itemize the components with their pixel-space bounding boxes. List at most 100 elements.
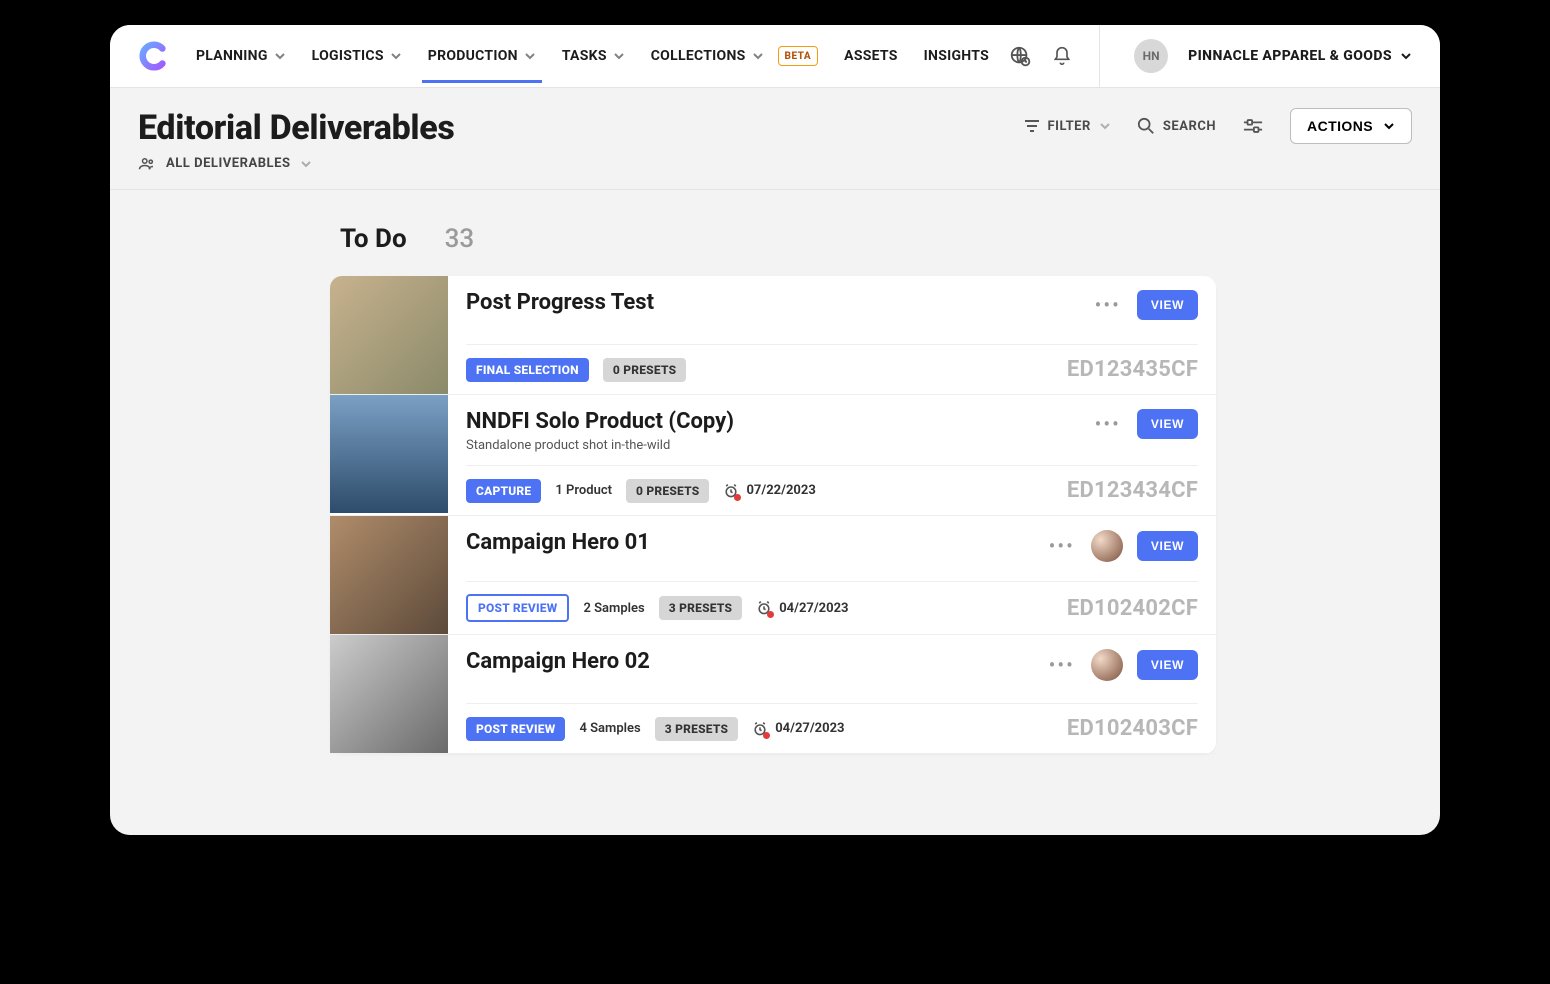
user-avatar[interactable]: HN [1134, 39, 1168, 73]
card-title: Campaign Hero 02 [466, 649, 650, 674]
chevron-down-icon [390, 50, 402, 62]
alarm-icon [752, 721, 768, 737]
chevron-down-icon [613, 50, 625, 62]
org-switcher[interactable]: PINNACLE APPAREL & GOODS [1188, 48, 1412, 64]
card-body: Campaign Hero 01 ••• VIEW POST REVIEW 2 Samp… [466, 516, 1198, 634]
page-header: Editorial Deliverables ALL DELIVERABLES … [110, 88, 1440, 190]
card-subtitle: Standalone product shot in-the-wild [466, 438, 734, 453]
presets-chip: 0 PRESETS [603, 358, 687, 382]
nav-tasks[interactable]: TASKS [562, 48, 625, 64]
presets-chip: 3 PRESETS [659, 596, 743, 620]
actions-label: ACTIONS [1307, 118, 1373, 134]
deliverable-id: ED102402CF [1067, 596, 1198, 621]
page-title: Editorial Deliverables [138, 108, 454, 148]
topbar-right: HN PINNACLE APPAREL & GOODS [1009, 25, 1412, 87]
status-chip: FINAL SELECTION [466, 358, 589, 382]
nav-label: PRODUCTION [428, 48, 518, 64]
app-window: PLANNING LOGISTICS PRODUCTION TASKS COLLECTI… [110, 25, 1440, 835]
nav-insights[interactable]: INSIGHTS [924, 48, 989, 64]
nav-collections[interactable]: COLLECTIONS [651, 48, 764, 64]
scope-selector[interactable]: ALL DELIVERABLES [138, 156, 454, 171]
top-navbar: PLANNING LOGISTICS PRODUCTION TASKS COLLECTI… [110, 25, 1440, 88]
app-logo[interactable] [138, 41, 168, 71]
due-date: 04/27/2023 [752, 721, 844, 737]
card-thumbnail[interactable] [330, 635, 448, 753]
search-label: SEARCH [1163, 119, 1216, 134]
chevron-down-icon [1400, 50, 1412, 62]
people-icon [138, 157, 156, 171]
filter-icon [1024, 119, 1040, 133]
nav-label: LOGISTICS [312, 48, 384, 64]
nav-label: INSIGHTS [924, 48, 989, 64]
scope-label: ALL DELIVERABLES [166, 156, 290, 171]
chevron-down-icon [524, 50, 536, 62]
org-name: PINNACLE APPAREL & GOODS [1188, 48, 1392, 64]
search-button[interactable]: SEARCH [1137, 117, 1216, 135]
column-title: To Do [340, 224, 407, 254]
more-icon[interactable]: ••• [1093, 291, 1123, 319]
view-button[interactable]: VIEW [1137, 290, 1198, 320]
assignee-avatar[interactable] [1091, 530, 1123, 562]
card-body: Campaign Hero 02 ••• VIEW POST REVIEW 4 Samp… [466, 635, 1198, 753]
caret-down-icon [300, 158, 312, 170]
deliverable-id: ED102403CF [1067, 716, 1198, 741]
view-button[interactable]: VIEW [1137, 531, 1198, 561]
nav-production[interactable]: PRODUCTION [428, 48, 536, 64]
nav-logistics[interactable]: LOGISTICS [312, 48, 402, 64]
nav-label: COLLECTIONS [651, 48, 746, 64]
settings-sliders-icon[interactable] [1242, 115, 1264, 137]
filter-button[interactable]: FILTER [1024, 119, 1111, 134]
deliverable-card: Campaign Hero 01 ••• VIEW POST REVIEW 2 Samp… [330, 516, 1216, 635]
samples-count: 1 Product [555, 483, 612, 498]
card-thumbnail[interactable] [330, 276, 448, 394]
chevron-down-icon [274, 50, 286, 62]
nav-label: TASKS [562, 48, 607, 64]
status-chip: CAPTURE [466, 479, 541, 503]
samples-count: 2 Samples [583, 601, 644, 616]
nav-label: ASSETS [844, 48, 898, 64]
card-body: Post Progress Test ••• VIEW FINAL SELECTION… [466, 276, 1198, 394]
search-icon [1137, 117, 1155, 135]
bell-icon[interactable] [1051, 45, 1073, 67]
deliverable-id: ED123435CF [1067, 357, 1198, 382]
card-body: NNDFI Solo Product (Copy) Standalone prod… [466, 395, 1198, 515]
card-thumbnail[interactable] [330, 516, 448, 634]
caret-down-icon [1383, 120, 1395, 132]
view-button[interactable]: VIEW [1137, 650, 1198, 680]
card-title: Campaign Hero 01 [466, 530, 650, 555]
presets-chip: 3 PRESETS [655, 717, 739, 741]
divider [1099, 25, 1100, 87]
status-chip: POST REVIEW [466, 717, 565, 741]
due-date: 04/27/2023 [756, 600, 848, 616]
globe-icon[interactable] [1009, 45, 1031, 67]
column-header: To Do 33 [330, 224, 1440, 276]
view-button[interactable]: VIEW [1137, 409, 1198, 439]
column-count: 33 [445, 224, 475, 254]
caret-down-icon [1099, 120, 1111, 132]
samples-count: 4 Samples [579, 721, 640, 736]
more-icon[interactable]: ••• [1047, 532, 1077, 560]
nav-label: PLANNING [196, 48, 268, 64]
deliverable-card: Post Progress Test ••• VIEW FINAL SELECTION… [330, 276, 1216, 395]
assignee-avatar[interactable] [1091, 649, 1123, 681]
status-chip: POST REVIEW [466, 594, 569, 622]
more-icon[interactable]: ••• [1093, 410, 1123, 438]
card-title: Post Progress Test [466, 290, 654, 315]
board-body: To Do 33 Post Progress Test ••• VIEW FINAL … [110, 190, 1440, 754]
deliverable-id: ED123434CF [1067, 478, 1198, 503]
page-header-right: FILTER SEARCH ACTIONS [1024, 108, 1412, 144]
nav-assets[interactable]: ASSETS [844, 48, 898, 64]
beta-badge: BETA [778, 46, 819, 66]
chevron-down-icon [752, 50, 764, 62]
presets-chip: 0 PRESETS [626, 479, 710, 503]
card-thumbnail[interactable] [330, 395, 448, 513]
actions-button[interactable]: ACTIONS [1290, 108, 1412, 144]
more-icon[interactable]: ••• [1047, 651, 1077, 679]
primary-nav: PLANNING LOGISTICS PRODUCTION TASKS COLLECTI… [196, 46, 1009, 66]
card-list: Post Progress Test ••• VIEW FINAL SELECTION… [330, 276, 1216, 754]
nav-planning[interactable]: PLANNING [196, 48, 286, 64]
page-header-left: Editorial Deliverables ALL DELIVERABLES [138, 108, 454, 171]
alarm-icon [723, 483, 739, 499]
card-title: NNDFI Solo Product (Copy) [466, 409, 734, 434]
filter-label: FILTER [1048, 119, 1091, 134]
